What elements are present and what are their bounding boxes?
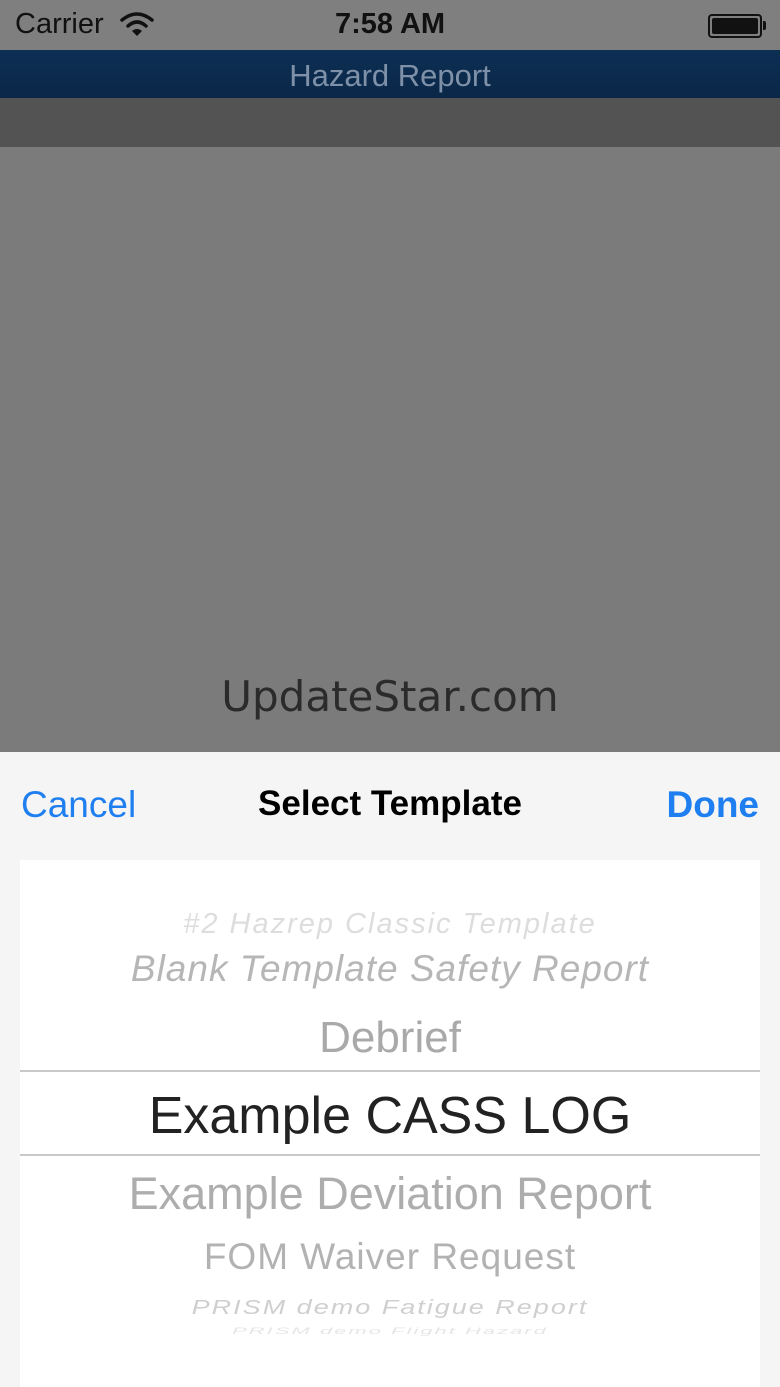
watermark: UpdateStar.com (221, 672, 559, 721)
battery-icon (708, 14, 766, 38)
done-button[interactable]: Done (667, 784, 760, 826)
picker-toolbar: Cancel Select Template Done (0, 752, 780, 860)
sheet-title: Select Template (258, 784, 522, 823)
picker-selection-bottom-line (20, 1154, 760, 1156)
status-bar: Carrier 7:58 AM (0, 0, 780, 50)
toolbar-strip (0, 98, 780, 147)
picker-option[interactable]: Debrief (20, 1013, 760, 1063)
page-title: Hazard Report (289, 58, 491, 93)
picker-option-selected[interactable]: Example CASS LOG (20, 1086, 760, 1146)
picker-option[interactable]: PRISM demo Fatigue Report (20, 1296, 760, 1319)
picker-option[interactable]: Blank Template Safety Report (20, 948, 760, 990)
picker-option[interactable]: Example Deviation Report (20, 1168, 760, 1220)
picker-option[interactable]: PRISM demo Flight Hazard (20, 1326, 760, 1336)
template-picker-sheet: Cancel Select Template Done #2 Hazrep Cl… (0, 752, 780, 1387)
picker-option[interactable]: FOM Waiver Request (20, 1236, 760, 1278)
navigation-bar: Hazard Report (0, 50, 780, 98)
picker-selection-top-line (20, 1070, 760, 1072)
clock: 7:58 AM (334, 8, 446, 40)
picker-option[interactable]: #2 Hazrep Classic Template (20, 908, 760, 941)
template-picker-wheel[interactable]: #2 Hazrep Classic Template Blank Templat… (20, 860, 760, 1387)
